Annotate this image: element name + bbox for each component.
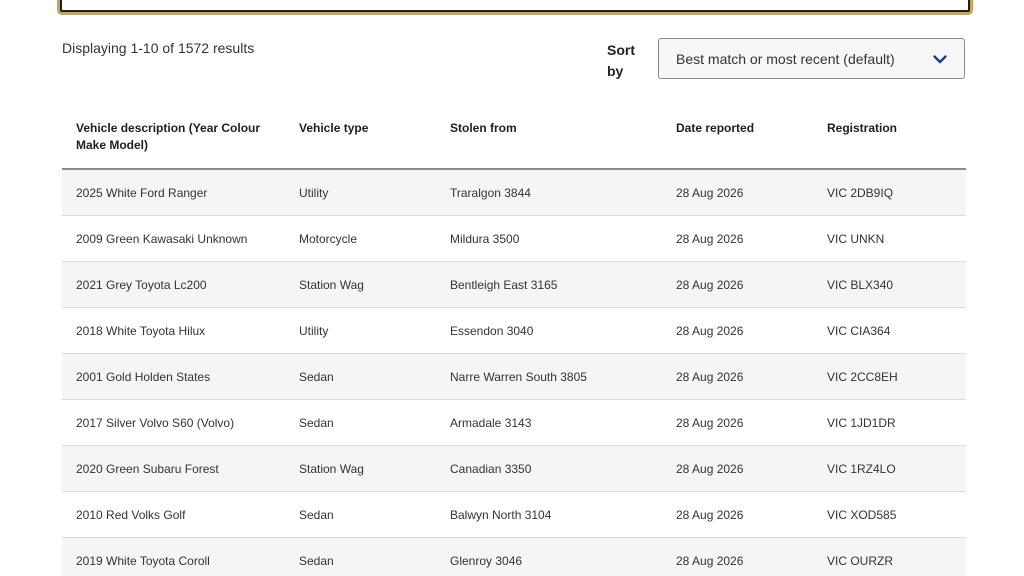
chevron-down-icon [933,55,947,64]
cell-vehicle-type: Motorcycle [285,215,436,262]
table-row: 2018 White Toyota Hilux Utility Essendon… [62,307,966,354]
cell-date-reported: 28 Aug 2026 [662,307,813,354]
cell-date-reported: 28 Aug 2026 [662,261,813,308]
cell-vehicle-type: Station Wag [285,261,436,308]
cell-registration: VIC 2CC8EH [813,353,966,400]
cell-date-reported: 28 Aug 2026 [662,537,813,576]
cell-registration: VIC BLX340 [813,261,966,308]
cell-stolen-from: Mildura 3500 [436,215,662,262]
search-input[interactable] [60,0,970,12]
cell-date-reported: 28 Aug 2026 [662,169,813,216]
stolen-vehicles-results-page: Displaying 1-10 of 1572 results Sort by … [0,0,1024,576]
cell-vehicle-description: 2020 Green Subaru Forest [62,445,285,492]
cell-stolen-from: Narre Warren South 3805 [436,353,662,400]
cell-vehicle-type: Station Wag [285,445,436,492]
sort-selected-value: Best match or most recent (default) [676,50,895,67]
cell-vehicle-description: 2001 Gold Holden States [62,353,285,400]
cell-vehicle-type: Utility [285,169,436,216]
cell-stolen-from: Traralgon 3844 [436,169,662,216]
results-table-body: 2025 White Ford Ranger Utility Traralgon… [62,169,966,576]
cell-stolen-from: Armadale 3143 [436,399,662,446]
cell-vehicle-type: Sedan [285,491,436,538]
cell-vehicle-description: 2018 White Toyota Hilux [62,307,285,354]
cell-vehicle-description: 2010 Red Volks Golf [62,491,285,538]
table-row: 2020 Green Subaru Forest Station Wag Can… [62,445,966,492]
cell-vehicle-description: 2017 Silver Volvo S60 (Volvo) [62,399,285,446]
table-header-row: Vehicle description (Year Colour Make Mo… [62,110,966,170]
results-table: Vehicle description (Year Colour Make Mo… [62,110,966,576]
header-date-reported: Date reported [662,110,813,170]
cell-vehicle-description: 2025 White Ford Ranger [62,169,285,216]
table-row: 2010 Red Volks Golf Sedan Balwyn North 3… [62,491,966,538]
cell-vehicle-type: Utility [285,307,436,354]
cell-stolen-from: Glenroy 3046 [436,537,662,576]
table-row: 2019 White Toyota Coroll Sedan Glenroy 3… [62,537,966,576]
cell-registration: VIC XOD585 [813,491,966,538]
header-vehicle-type: Vehicle type [285,110,436,170]
sort-label: Sort by [607,42,635,79]
cell-registration: VIC CIA364 [813,307,966,354]
cell-stolen-from: Bentleigh East 3165 [436,261,662,308]
cell-vehicle-description: 2009 Green Kawasaki Unknown [62,215,285,262]
header-stolen-from: Stolen from [436,110,662,170]
table-row: 2001 Gold Holden States Sedan Narre Warr… [62,353,966,400]
table-row: 2021 Grey Toyota Lc200 Station Wag Bentl… [62,261,966,308]
cell-registration: VIC 1RZ4LO [813,445,966,492]
cell-date-reported: 28 Aug 2026 [662,215,813,262]
cell-date-reported: 28 Aug 2026 [662,445,813,492]
cell-vehicle-description: 2019 White Toyota Coroll [62,537,285,576]
cell-registration: VIC UNKN [813,215,966,262]
cell-vehicle-type: Sedan [285,399,436,446]
cell-vehicle-type: Sedan [285,353,436,400]
header-registration: Registration [813,110,966,170]
cell-date-reported: 28 Aug 2026 [662,399,813,446]
cell-stolen-from: Balwyn North 3104 [436,491,662,538]
cell-vehicle-type: Sedan [285,537,436,576]
cell-registration: VIC 1JD1DR [813,399,966,446]
header-vehicle-description: Vehicle description (Year Colour Make Mo… [62,110,285,170]
table-row: 2017 Silver Volvo S60 (Volvo) Sedan Arma… [62,399,966,446]
cell-registration: VIC OURZR [813,537,966,576]
table-row: 2009 Green Kawasaki Unknown Motorcycle M… [62,215,966,262]
cell-vehicle-description: 2021 Grey Toyota Lc200 [62,261,285,308]
cell-date-reported: 28 Aug 2026 [662,353,813,400]
cell-stolen-from: Canadian 3350 [436,445,662,492]
cell-date-reported: 28 Aug 2026 [662,491,813,538]
table-row: 2025 White Ford Ranger Utility Traralgon… [62,169,966,216]
cell-registration: VIC 2DB9IQ [813,169,966,216]
cell-stolen-from: Essendon 3040 [436,307,662,354]
sort-dropdown[interactable]: Best match or most recent (default) [658,38,965,79]
results-count: Displaying 1-10 of 1572 results [62,40,255,56]
